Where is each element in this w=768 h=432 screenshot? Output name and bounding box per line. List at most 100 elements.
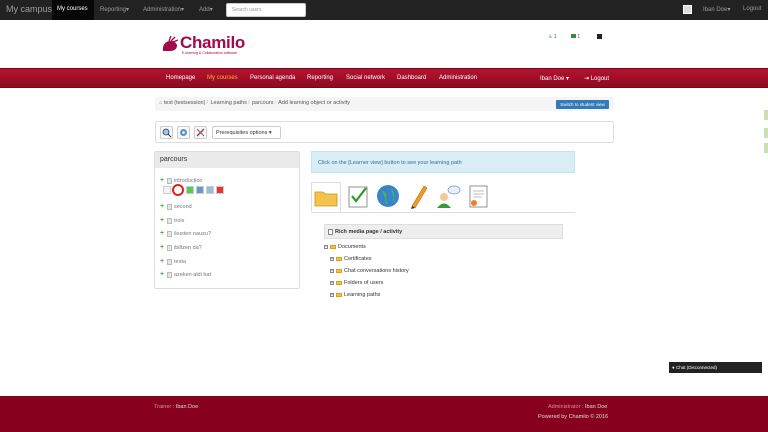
lp-item[interactable]: + ibiltzen da? (160, 244, 202, 251)
tab-assignments[interactable] (404, 182, 434, 212)
quiz-icon (348, 186, 368, 208)
side-tab[interactable] (764, 143, 768, 153)
document-folder[interactable]: + Folders of users (330, 280, 383, 286)
course-icon (597, 34, 602, 39)
panel-title: parcours (155, 152, 299, 168)
view-icon[interactable] (160, 126, 173, 139)
expand-icon[interactable]: + (330, 292, 334, 297)
add-icon[interactable] (186, 186, 194, 194)
trainer-name[interactable]: Iban Doe (176, 404, 198, 410)
lp-item[interactable]: + introduction (160, 177, 202, 184)
lp-item[interactable]: + azeken aldi bat (160, 271, 211, 278)
document-icon (167, 203, 172, 210)
side-tab[interactable] (764, 110, 768, 120)
lp-item-label: ibiltzen da? (174, 245, 202, 251)
documents-root-label: Documents (338, 244, 366, 250)
tab-new-document[interactable] (464, 182, 494, 212)
top-logout-link[interactable]: Logout (743, 6, 761, 12)
document-icon (167, 217, 172, 224)
users-icon: ♙ (548, 34, 553, 40)
tab-exercises[interactable] (344, 182, 374, 212)
forum-user-icon (437, 185, 461, 208)
user-avatar[interactable] (683, 5, 692, 14)
logo-tagline: E-learning & Collaboration software (182, 51, 238, 55)
wrench-icon (196, 128, 205, 137)
document-folder[interactable]: + Certificates (330, 256, 372, 262)
nav-administration-label: Administration (143, 7, 182, 13)
nav-my-courses[interactable]: My courses (52, 0, 94, 20)
users-online-indicator[interactable]: ♙ 1 (548, 34, 557, 40)
drag-plus-icon[interactable]: + (160, 203, 165, 210)
breadcrumb-course[interactable]: test (testsession) (164, 100, 206, 106)
mainnav-personal-agenda[interactable]: Personal agenda (250, 75, 295, 81)
nav-add[interactable]: Add▾ (199, 6, 213, 13)
footer-trainer: Trainer : Iban Doe (154, 404, 199, 410)
nav-reporting[interactable]: Reporting▾ (100, 6, 129, 13)
folder-icon (336, 280, 342, 285)
expand-icon[interactable]: + (330, 280, 334, 285)
side-tab[interactable] (764, 128, 768, 138)
breadcrumb-parcours[interactable]: parcours (252, 100, 273, 106)
mainnav-social-network[interactable]: Social network (346, 75, 385, 81)
document-folder[interactable]: + Learning paths (330, 292, 380, 298)
search-users-input[interactable]: Search users (226, 3, 306, 17)
tab-links[interactable] (374, 182, 404, 212)
mainnav-my-courses[interactable]: My courses (207, 75, 238, 81)
mainnav-homepage[interactable]: Homepage (166, 75, 195, 81)
expand-icon[interactable]: + (330, 268, 334, 273)
prerequisites-options-dropdown[interactable]: Prerequisites options ▾ (212, 126, 281, 139)
document-icon (167, 244, 172, 251)
tools-icon[interactable] (194, 126, 207, 139)
breadcrumb-learning-paths[interactable]: Learning paths (211, 100, 247, 106)
rich-media-page-link[interactable]: Rich media page / activity (324, 224, 563, 239)
user-name: Iban Doe (703, 7, 728, 13)
folder-icon (314, 191, 338, 207)
documents-root[interactable]: − Documents (324, 244, 366, 250)
home-icon: ⌂ (159, 100, 163, 106)
switch-to-student-view-button[interactable]: Switch to student view (556, 100, 609, 109)
powered-by: Powered by Chamilo © 2016 (538, 414, 609, 420)
delete-icon[interactable] (216, 186, 224, 194)
course-indicator[interactable] (597, 34, 602, 41)
drag-plus-icon[interactable]: + (160, 177, 165, 184)
mainnav-user-menu[interactable]: Iban Doe ▾ (540, 75, 569, 82)
expand-icon[interactable]: + (330, 256, 334, 261)
messages-indicator[interactable]: 1 (571, 34, 580, 40)
folder-label: Folders of users (344, 280, 384, 286)
settings-icon[interactable] (177, 126, 190, 139)
audio-icon[interactable] (206, 186, 214, 194)
drag-plus-icon[interactable]: + (160, 230, 165, 237)
edit-icon[interactable] (163, 186, 171, 194)
chamilo-logo[interactable]: Chamilo E-learning & Collaboration softw… (160, 33, 255, 58)
folder-label: Certificates (344, 256, 372, 262)
mainnav-reporting[interactable]: Reporting (307, 75, 333, 81)
drag-plus-icon[interactable]: + (160, 271, 165, 278)
document-icon (167, 258, 172, 265)
drag-plus-icon[interactable]: + (160, 217, 165, 224)
drag-plus-icon[interactable]: + (160, 258, 165, 265)
user-menu[interactable]: Iban Doe▾ (703, 6, 730, 13)
tab-forums[interactable] (434, 182, 464, 212)
document-folder[interactable]: + Chat conversations history (330, 268, 409, 274)
chat-bar[interactable]: ● Chat (Disconnected) (669, 362, 762, 373)
mainnav-dashboard[interactable]: Dashboard (397, 75, 426, 81)
mainnav-logout[interactable]: ⇥ Logout (584, 75, 609, 82)
breadcrumb: ⌂ test (testsession)/ Learning paths/ pa… (155, 97, 614, 111)
collapse-icon[interactable]: − (324, 244, 328, 249)
lp-item[interactable]: + second (160, 203, 192, 210)
drag-plus-icon[interactable]: + (160, 244, 165, 251)
lp-item-label: testa (174, 259, 186, 265)
tab-documents[interactable] (311, 182, 341, 212)
folder-icon (336, 292, 342, 297)
rich-media-label: Rich media page / activity (335, 229, 403, 235)
nav-add-label: Add (199, 7, 210, 13)
mainnav-administration[interactable]: Administration (439, 75, 477, 81)
lp-item[interactable]: + testa (160, 258, 186, 265)
nav-administration[interactable]: Administration▾ (143, 6, 184, 13)
lp-item[interactable]: + ikusten nauzu? (160, 230, 211, 237)
prerequisites-icon[interactable] (172, 184, 184, 196)
my-campus-link[interactable]: My campus (6, 4, 52, 14)
lp-item[interactable]: + trois (160, 217, 184, 224)
move-icon[interactable] (196, 186, 204, 194)
admin-name[interactable]: Iban Doe (585, 404, 607, 410)
